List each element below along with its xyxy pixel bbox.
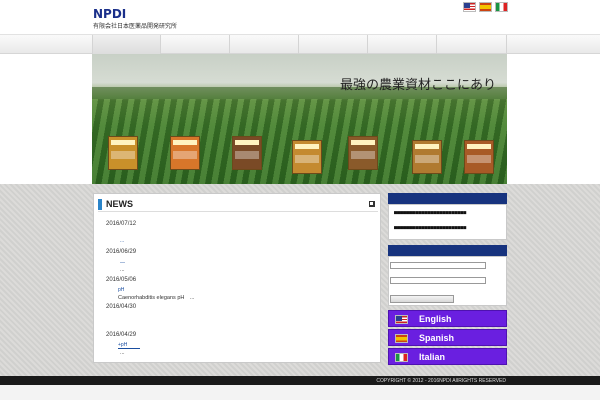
sidebar-header-1 — [388, 193, 507, 204]
news-text: ... — [120, 267, 125, 273]
english-label: English — [419, 314, 452, 324]
product-box — [348, 136, 378, 170]
sidebar-box-1: ■■■■■■■■■■■■■■■■■■■■■■■■ ■■■■■■■■■■■■■■■… — [388, 204, 507, 240]
company-name: 有限会社日本医薬品開発研究所 — [93, 24, 178, 30]
news-title: NEWS — [106, 199, 133, 209]
spanish-label: Spanish — [419, 333, 455, 343]
news-date: 2016/05/06 — [106, 277, 137, 283]
language-flags — [463, 2, 508, 12]
news-link[interactable]: +pH — [118, 342, 140, 349]
password-field[interactable] — [390, 277, 486, 284]
italy-flag-icon — [395, 353, 408, 362]
nav-item-4[interactable] — [299, 35, 368, 54]
italian-label: Italian — [419, 352, 446, 362]
hero-caption: 最強の農業資材ここにあり — [340, 78, 497, 93]
nav-item-6[interactable] — [437, 35, 507, 54]
product-box — [108, 136, 138, 170]
us-flag-icon[interactable] — [463, 2, 476, 12]
news-header: NEWS — [98, 198, 378, 212]
news-link[interactable]: — — [120, 260, 125, 266]
news-date: 2016/06/29 — [106, 249, 137, 255]
news-text: ... — [120, 350, 125, 356]
italy-flag-icon[interactable] — [495, 2, 508, 12]
hash-line: ■■■■■■■■■■■■■■■■■■■■■■■■ — [394, 225, 467, 231]
spain-flag-icon — [395, 334, 408, 343]
submit-button[interactable] — [390, 295, 454, 303]
news-more-icon[interactable] — [369, 201, 375, 207]
sidebar-header-2 — [388, 245, 507, 256]
main-navigation — [0, 34, 600, 54]
news-panel: NEWS 2016/07/12 ... 2016/06/29 — ... 201… — [93, 193, 381, 363]
site-logo[interactable]: NPDI — [93, 7, 126, 21]
hero-banner: 最強の農業資材ここにあり — [92, 54, 507, 184]
hash-line: ■■■■■■■■■■■■■■■■■■■■■■■■ — [394, 210, 467, 216]
nav-item-2[interactable] — [161, 35, 230, 54]
news-date: 2016/04/30 — [106, 304, 137, 310]
footer-bar: COPYRIGHT © 2012 - 2016NPDI AIIRIGHTS RE… — [0, 376, 600, 385]
username-field[interactable] — [390, 262, 486, 269]
news-accent-bar — [98, 199, 102, 210]
english-button[interactable]: English — [388, 310, 507, 327]
product-box — [170, 136, 200, 170]
product-box — [232, 136, 262, 170]
us-flag-icon — [395, 315, 408, 324]
footer-bottom — [0, 385, 600, 400]
news-text: Caenorhabditis elegans pH ... — [118, 295, 195, 301]
site-header: NPDI 有限会社日本医薬品開発研究所 — [0, 0, 600, 34]
spanish-button[interactable]: Spanish — [388, 329, 507, 346]
copyright-text: COPYRIGHT © 2012 - 2016NPDI AIIRIGHTS RE… — [376, 378, 506, 384]
nav-item-3[interactable] — [230, 35, 299, 54]
news-date: 2016/07/12 — [106, 221, 137, 227]
product-box — [464, 140, 494, 174]
news-date: 2016/04/29 — [106, 332, 137, 338]
nav-item-1[interactable] — [92, 35, 161, 54]
nav-item-5[interactable] — [368, 35, 437, 54]
spain-flag-icon[interactable] — [479, 2, 492, 12]
login-form — [388, 256, 507, 306]
product-box — [412, 140, 442, 174]
product-box — [292, 140, 322, 174]
italian-button[interactable]: Italian — [388, 348, 507, 365]
news-link[interactable]: ... — [120, 238, 124, 244]
